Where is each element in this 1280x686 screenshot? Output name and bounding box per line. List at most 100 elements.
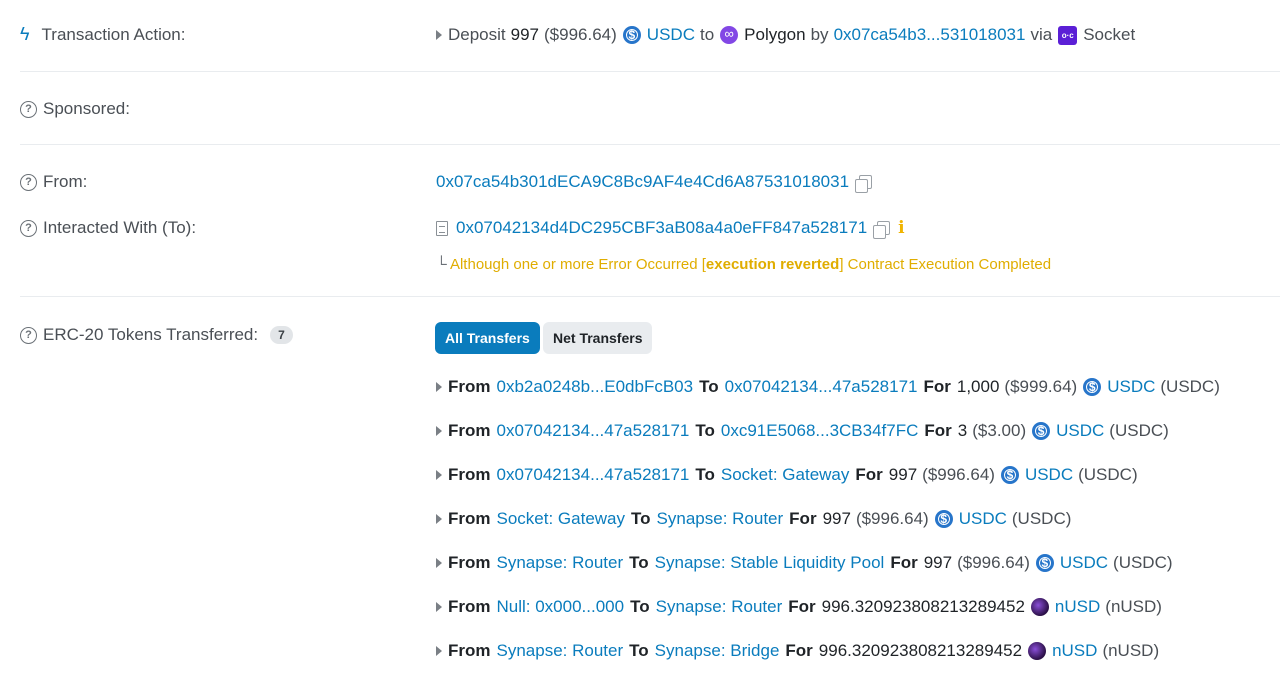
divider xyxy=(20,144,1280,145)
transfer-token-link[interactable]: USDC xyxy=(1056,421,1104,441)
usdc-icon xyxy=(1000,466,1019,484)
transfer-from-link[interactable]: 0x07042134...47a528171 xyxy=(497,421,690,441)
info-icon[interactable]: i xyxy=(898,218,904,238)
transfer-row: From 0x07042134...47a528171 To Socket: Gate… xyxy=(436,465,1138,485)
execution-warning: └ Although one or more Error Occurred [e… xyxy=(436,256,1051,273)
nusd-icon xyxy=(1030,598,1049,616)
transfer-from-keyword: From xyxy=(448,641,491,660)
transfer-for-keyword: For xyxy=(789,509,817,528)
transfer-to-link[interactable]: Synapse: Router xyxy=(657,509,784,529)
transfer-to-link[interactable]: 0xc91E5068...3CB34f7FC xyxy=(721,421,919,441)
transfer-amount: 997 xyxy=(888,465,918,484)
transfer-from-link[interactable]: Null: 0x000...000 xyxy=(497,597,625,617)
sponsored-text: Sponsored: xyxy=(43,99,130,118)
transfer-for-keyword: For xyxy=(788,597,816,616)
copy-icon[interactable] xyxy=(855,175,873,193)
transfer-token-symbol: (USDC) xyxy=(1011,509,1072,528)
transfer-token-link[interactable]: USDC xyxy=(959,509,1007,529)
sponsored-label: ? Sponsored: xyxy=(20,99,130,119)
branch-icon: └ xyxy=(436,256,450,273)
action-token-link[interactable]: USDC xyxy=(647,25,695,45)
transfer-to-link[interactable]: Synapse: Bridge xyxy=(655,641,780,661)
caret-right-icon[interactable] xyxy=(436,646,442,656)
action-amount: 997 xyxy=(510,25,540,44)
transfer-to-link[interactable]: Socket: Gateway xyxy=(721,465,850,485)
transfer-to-keyword: To xyxy=(629,641,649,660)
help-icon[interactable]: ? xyxy=(20,100,37,118)
transfer-row: From Synapse: Router To Synapse: Stable Liq… xyxy=(436,553,1173,573)
transfer-amount: 1,000 xyxy=(956,377,1000,396)
transfer-token-symbol: (USDC) xyxy=(1160,377,1220,396)
transfer-to-link[interactable]: Synapse: Stable Liquidity Pool xyxy=(655,553,885,573)
action-usd: ($996.64) xyxy=(544,25,617,44)
action-deposit: Deposit xyxy=(448,25,506,44)
action-via: via xyxy=(1030,25,1053,44)
nusd-icon xyxy=(1028,642,1047,660)
transfer-from-keyword: From xyxy=(448,465,491,484)
transfer-to-keyword: To xyxy=(631,509,651,528)
socket-icon xyxy=(1058,25,1078,45)
transfer-from-link[interactable]: Synapse: Router xyxy=(497,553,624,573)
tokens-label: ? ERC-20 Tokens Transferred: 7 xyxy=(20,325,293,345)
interacted-value: 0x07042134d4DC295CBF3aB08a4a0eFF847a5281… xyxy=(436,218,905,239)
action-address-link[interactable]: 0x07ca54b3...531018031 xyxy=(834,25,1026,45)
transfer-from-link[interactable]: 0x07042134...47a528171 xyxy=(497,465,690,485)
transfer-for-keyword: For xyxy=(785,641,813,660)
help-icon[interactable]: ? xyxy=(20,173,37,191)
interacted-text: Interacted With (To): xyxy=(43,218,197,237)
transfer-to-link[interactable]: 0x07042134...47a528171 xyxy=(725,377,918,397)
action-to: to xyxy=(699,25,715,44)
transfer-row: From Synapse: Router To Synapse: Bridge For 9… xyxy=(436,641,1159,661)
caret-right-icon[interactable] xyxy=(436,514,442,524)
transfer-usd: ($996.64) xyxy=(855,509,929,528)
transfer-token-link[interactable]: USDC xyxy=(1060,553,1108,573)
transfer-token-link[interactable]: USDC xyxy=(1107,377,1155,397)
tab-net-transfers[interactable]: Net Transfers xyxy=(543,322,653,354)
transfer-amount: 996.320923808213289452 xyxy=(818,641,1023,660)
transfer-from-link[interactable]: Synapse: Router xyxy=(497,641,624,661)
transaction-action-text: Transaction Action: xyxy=(41,24,186,44)
warning-bold: execution reverted xyxy=(705,256,840,273)
from-label: ? From: xyxy=(20,172,87,192)
caret-right-icon[interactable] xyxy=(436,382,442,392)
transfer-to-keyword: To xyxy=(629,553,649,572)
from-address-link[interactable]: 0x07ca54b301dECA9C8Bc9AF4e4Cd6A875310180… xyxy=(436,172,849,192)
transfer-usd: ($3.00) xyxy=(972,421,1027,440)
transfer-token-link[interactable]: nUSD xyxy=(1055,597,1100,617)
warning-pre: Although one or more Error Occurred [ xyxy=(449,256,706,273)
caret-right-icon[interactable] xyxy=(436,470,442,480)
caret-right-icon[interactable] xyxy=(436,30,442,40)
caret-right-icon[interactable] xyxy=(436,558,442,568)
transfer-token-symbol: (USDC) xyxy=(1078,465,1138,484)
transfer-token-symbol: (USDC) xyxy=(1109,421,1169,440)
transfer-token-link[interactable]: nUSD xyxy=(1052,641,1097,661)
transfer-to-keyword: To xyxy=(695,421,715,440)
interacted-label: ? Interacted With (To): xyxy=(20,218,196,238)
transfer-from-link[interactable]: 0xb2a0248b...E0dbFcB03 xyxy=(497,377,694,397)
help-icon[interactable]: ? xyxy=(20,326,37,344)
caret-right-icon[interactable] xyxy=(436,426,442,436)
polygon-icon xyxy=(720,25,739,44)
tab-all-transfers[interactable]: All Transfers xyxy=(435,322,540,354)
usdc-icon xyxy=(1083,378,1102,396)
interacted-address-link[interactable]: 0x07042134d4DC295CBF3aB08a4a0eFF847a5281… xyxy=(456,218,867,238)
help-icon[interactable]: ? xyxy=(20,219,37,237)
transfer-to-link[interactable]: Synapse: Router xyxy=(656,597,783,617)
action-by: by xyxy=(810,25,829,44)
transfer-row: From 0x07042134...47a528171 To 0xc91E5068..… xyxy=(436,421,1169,441)
transfer-usd: ($996.64) xyxy=(957,553,1030,572)
lightning-icon: ϟ xyxy=(20,24,30,44)
transfer-usd: ($996.64) xyxy=(922,465,995,484)
transaction-action-label: ϟ Transaction Action: xyxy=(20,24,185,45)
contract-document-icon xyxy=(436,220,448,236)
copy-icon[interactable] xyxy=(873,221,891,239)
transfer-from-link[interactable]: Socket: Gateway xyxy=(497,509,626,529)
transfer-token-link[interactable]: USDC xyxy=(1025,465,1073,485)
transfer-amount: 996.320923808213289452 xyxy=(821,597,1025,616)
transfer-to-keyword: To xyxy=(699,377,719,396)
transfer-from-keyword: From xyxy=(448,509,491,528)
warning-post: ] Contract Execution Completed xyxy=(839,256,1052,273)
transfer-token-symbol: (nUSD) xyxy=(1105,597,1162,616)
transfer-row: From 0xb2a0248b...E0dbFcB03 To 0x07042134..… xyxy=(436,377,1220,397)
caret-right-icon[interactable] xyxy=(436,602,442,612)
